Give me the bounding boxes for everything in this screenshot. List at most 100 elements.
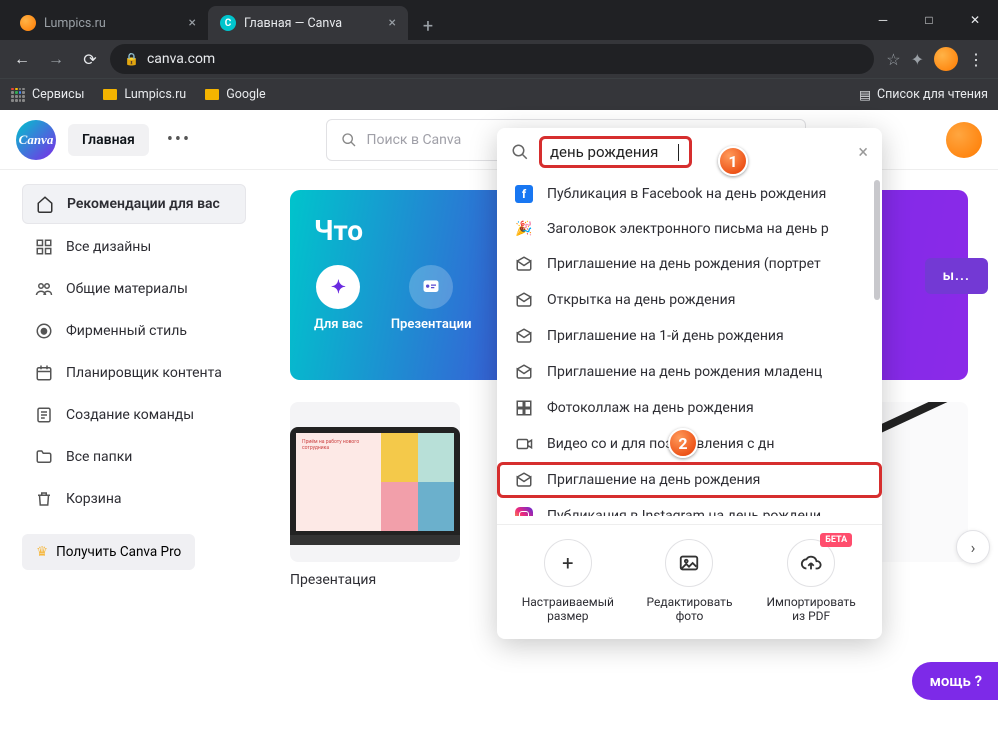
- brand-icon: ©: [34, 322, 54, 340]
- envelope-icon: [513, 363, 535, 381]
- people-icon: [34, 280, 54, 298]
- grid-icon: [34, 238, 54, 256]
- help-button[interactable]: мощь ?: [912, 662, 998, 700]
- sidebar-item-brand[interactable]: ©Фирменный стиль: [22, 312, 246, 350]
- suggestion-item[interactable]: fПубликация в Facebook на день рождения: [497, 176, 882, 212]
- star-icon[interactable]: ☆: [886, 50, 900, 69]
- category-presentations[interactable]: Презентации: [391, 265, 472, 332]
- collage-icon: [513, 399, 535, 417]
- search-input[interactable]: [550, 143, 678, 161]
- plus-icon: +: [544, 539, 592, 587]
- extensions-icon[interactable]: ✦: [911, 50, 924, 69]
- action-import-pdf[interactable]: БЕТА Импортироватьиз PDF: [756, 539, 866, 623]
- more-button[interactable]: •••: [161, 125, 197, 154]
- envelope-icon: [513, 291, 535, 309]
- favicon-canva: C: [220, 15, 236, 31]
- canva-logo[interactable]: Canva: [16, 120, 56, 160]
- svg-text:©: ©: [41, 327, 47, 336]
- annotation-marker-2: 2: [668, 428, 698, 458]
- create-design-button[interactable]: ы...: [925, 258, 988, 294]
- close-icon[interactable]: ×: [389, 15, 396, 31]
- profile-avatar[interactable]: [934, 47, 958, 71]
- clear-icon[interactable]: ×: [858, 142, 868, 163]
- envelope-icon: [513, 471, 535, 489]
- suggestion-item[interactable]: Приглашение на день рождения младенц: [497, 354, 882, 390]
- team-icon: [34, 406, 54, 424]
- scrollbar[interactable]: [874, 180, 880, 300]
- address-bar: ← → ⟳ 🔒 canva.com ☆ ✦ ⋮: [0, 40, 998, 78]
- apps-icon: [10, 87, 26, 103]
- menu-icon[interactable]: ⋮: [968, 50, 984, 69]
- reading-list-button[interactable]: ▤ Список для чтения: [859, 87, 988, 103]
- home-icon: [35, 195, 55, 213]
- lock-icon: 🔒: [124, 52, 139, 66]
- user-avatar[interactable]: [946, 122, 982, 158]
- sidebar-item-recommendations[interactable]: Рекомендации для вас: [22, 184, 246, 224]
- action-custom-size[interactable]: + Настраиваемыйразмер: [513, 539, 623, 623]
- search-input-highlighted: [539, 136, 692, 168]
- bookmarks-bar: Сервисы Lumpics.ru Google ▤ Список для ч…: [0, 78, 998, 110]
- sidebar: Рекомендации для вас Все дизайны Общие м…: [0, 170, 260, 730]
- maximize-button[interactable]: □: [906, 0, 952, 40]
- image-icon: [665, 539, 713, 587]
- back-button[interactable]: ←: [8, 45, 36, 73]
- suggestion-item[interactable]: Открытка на день рождения: [497, 282, 882, 318]
- sidebar-item-folders[interactable]: Все папки: [22, 438, 246, 476]
- new-tab-button[interactable]: +: [414, 12, 442, 40]
- sidebar-item-shared[interactable]: Общие материалы: [22, 270, 246, 308]
- facebook-icon: f: [513, 185, 535, 203]
- close-button[interactable]: ✕: [952, 0, 998, 40]
- close-icon[interactable]: ×: [189, 15, 196, 31]
- titlebar: Lumpics.ru × C Главная — Canva × + ─ □ ✕: [0, 0, 998, 40]
- trash-icon: [34, 490, 54, 508]
- suggestion-item[interactable]: 🎉Заголовок электронного письма на день р: [497, 212, 882, 246]
- category-for-you[interactable]: ✦ Для вас: [314, 265, 363, 332]
- bookmark-lumpics[interactable]: Lumpics.ru: [102, 87, 186, 103]
- card-thumbnail: Приём на работу нового сотрудника: [290, 402, 460, 562]
- suggestion-item[interactable]: Приглашение на 1-й день рождения: [497, 318, 882, 354]
- reload-button[interactable]: ⟳: [76, 45, 104, 73]
- search-icon: [511, 143, 529, 161]
- get-pro-button[interactable]: ♛Получить Canva Pro: [22, 534, 195, 570]
- home-button[interactable]: Главная: [68, 124, 149, 156]
- carousel-next-button[interactable]: ›: [956, 530, 990, 564]
- forward-button: →: [42, 45, 70, 73]
- presentation-icon: [409, 265, 453, 309]
- list-icon: ▤: [859, 87, 871, 103]
- tab-title: Lumpics.ru: [44, 16, 106, 31]
- envelope-icon: [513, 255, 535, 273]
- tab-canva[interactable]: C Главная — Canva ×: [208, 6, 408, 40]
- beta-badge: БЕТА: [820, 533, 852, 547]
- party-icon: 🎉: [513, 221, 535, 237]
- search-dropdown: × fПубликация в Facebook на день рождени…: [497, 128, 882, 639]
- video-icon: [513, 435, 535, 453]
- suggestion-item[interactable]: Публикация в Instagram на день рождени: [497, 498, 882, 516]
- sidebar-item-planner[interactable]: Планировщик контента: [22, 354, 246, 392]
- folder-icon: [34, 448, 54, 466]
- envelope-icon: [513, 327, 535, 345]
- sidebar-item-all-designs[interactable]: Все дизайны: [22, 228, 246, 266]
- sidebar-item-team[interactable]: Создание команды: [22, 396, 246, 434]
- suggestion-item[interactable]: Фотоколлаж на день рождения: [497, 390, 882, 426]
- crown-icon: ♛: [36, 544, 48, 560]
- search-placeholder: Поиск в Canva: [367, 132, 462, 148]
- tab-lumpics[interactable]: Lumpics.ru ×: [8, 6, 208, 40]
- tab-title: Главная — Canva: [244, 16, 342, 31]
- window-controls: ─ □ ✕: [860, 0, 998, 40]
- minimize-button[interactable]: ─: [860, 0, 906, 40]
- suggestion-item-highlighted[interactable]: Приглашение на день рождения: [497, 462, 882, 498]
- bookmark-google[interactable]: Google: [204, 87, 265, 103]
- search-icon: [341, 132, 357, 148]
- url-field[interactable]: 🔒 canva.com: [110, 44, 874, 74]
- annotation-marker-1: 1: [718, 146, 748, 176]
- sidebar-item-trash[interactable]: Корзина: [22, 480, 246, 518]
- text-cursor: [678, 144, 679, 161]
- card-title: Презентация: [290, 572, 460, 588]
- browser-chrome: Lumpics.ru × C Главная — Canva × + ─ □ ✕…: [0, 0, 998, 110]
- bookmark-services[interactable]: Сервисы: [10, 87, 84, 103]
- template-card-presentation[interactable]: Приём на работу нового сотрудника Презен…: [290, 402, 460, 588]
- suggestion-list: fПубликация в Facebook на день рождения …: [497, 176, 882, 516]
- action-edit-photo[interactable]: Редактироватьфото: [634, 539, 744, 623]
- suggestion-item[interactable]: Приглашение на день рождения (портрет: [497, 246, 882, 282]
- sparkle-icon: ✦: [316, 265, 360, 309]
